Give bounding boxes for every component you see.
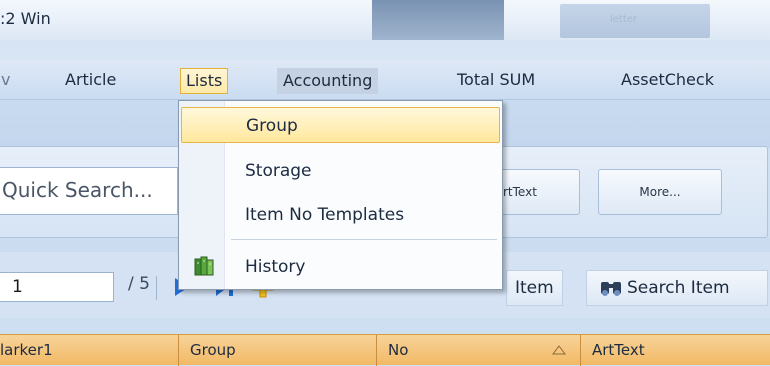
dropdown-item-history[interactable]: History (181, 249, 500, 285)
dropdown-item-label: Storage (245, 161, 312, 181)
page-number-input[interactable]: 1 (0, 272, 114, 302)
title-bar-blurred-button: letter (560, 4, 710, 38)
column-separator[interactable] (376, 335, 377, 366)
dropdown-item-label: History (245, 257, 306, 277)
binoculars-icon (601, 282, 621, 296)
search-item-label: Search Item (627, 278, 730, 298)
menu-item-partial[interactable]: v (0, 68, 15, 94)
more-button[interactable]: More... (598, 169, 722, 215)
column-header-no[interactable]: No (388, 341, 408, 359)
page-count-label: / 5 (128, 274, 150, 294)
blurred-label: letter (610, 14, 638, 25)
lists-dropdown-menu: Group Storage Item No Templates History (178, 100, 503, 290)
window-title: :2 Win (0, 9, 51, 28)
dropdown-item-storage[interactable]: Storage (181, 153, 500, 189)
menu-item-lists[interactable]: Lists (180, 68, 229, 94)
menu-bar: v Article Lists Accounting Total SUM Ass… (0, 60, 770, 100)
column-separator[interactable] (580, 335, 581, 366)
menu-item-accounting[interactable]: Accounting (277, 68, 379, 94)
dropdown-separator (231, 239, 497, 240)
dropdown-item-group[interactable]: Group (181, 107, 500, 143)
column-header-group[interactable]: Group (190, 341, 236, 359)
ribbon-top-strip (0, 40, 770, 60)
navigator-separator (156, 276, 157, 300)
sort-ascending-icon[interactable] (552, 345, 566, 355)
search-item-button[interactable]: Search Item (586, 270, 768, 306)
column-header-marker1[interactable]: larker1 (0, 341, 53, 359)
item-button[interactable]: Item (506, 270, 563, 306)
title-bar: :2 Win letter (0, 0, 770, 40)
dropdown-item-label: Group (246, 116, 298, 136)
column-header-arttext[interactable]: ArtText (592, 341, 645, 359)
column-separator[interactable] (178, 335, 179, 366)
dropdown-item-label: Item No Templates (245, 205, 405, 225)
quick-search-input[interactable]: Quick Search... (0, 167, 178, 215)
menu-item-assetcheck[interactable]: AssetCheck (616, 68, 719, 94)
title-bar-blurred-region (372, 0, 504, 40)
menu-item-article[interactable]: Article (60, 68, 121, 94)
grid-gap (0, 318, 770, 334)
grid-header: larker1 Group No ArtText (0, 334, 770, 366)
history-books-icon (194, 256, 214, 276)
dropdown-item-item-no-templates[interactable]: Item No Templates (181, 197, 500, 233)
menu-item-total-sum[interactable]: Total SUM (452, 68, 540, 94)
